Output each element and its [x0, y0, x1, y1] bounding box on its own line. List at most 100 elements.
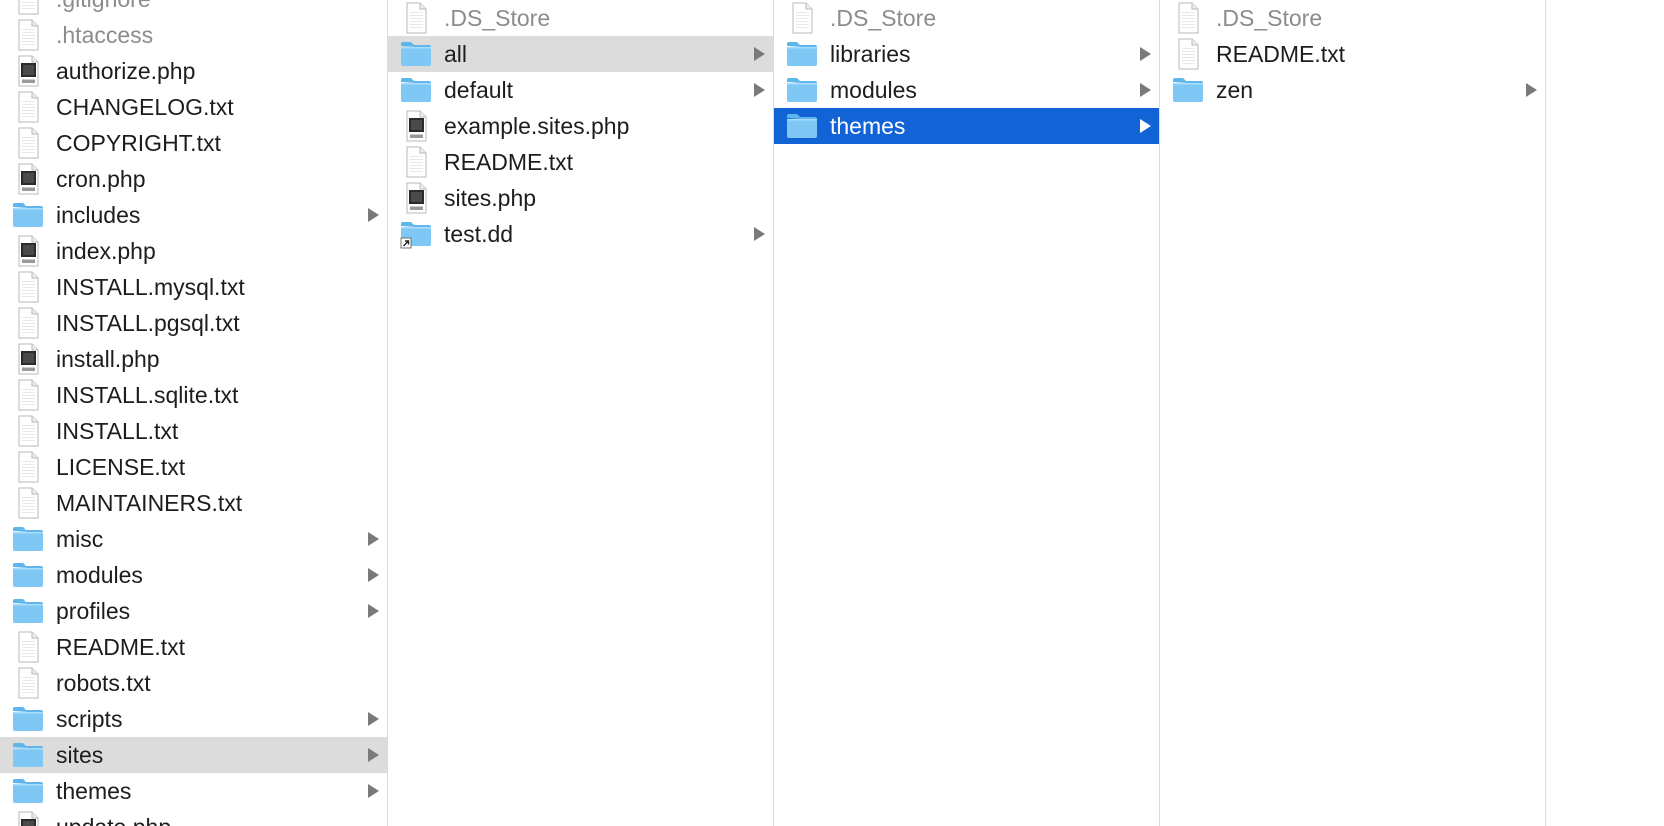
list-item-ds-store[interactable]: .DS_Store — [774, 0, 1159, 36]
folder-icon — [787, 78, 817, 102]
item-name: modules — [830, 77, 917, 103]
php-file-icon — [406, 110, 427, 142]
browser-column-2[interactable]: .DS_Storeall default example.sites.php READ… — [388, 0, 774, 826]
item-name: INSTALL.pgsql.txt — [56, 310, 240, 336]
list-item-test-dd[interactable]: test.dd — [388, 216, 773, 252]
folder-icon — [13, 527, 43, 551]
item-name: COPYRIGHT.txt — [56, 130, 221, 156]
list-item-readme-txt[interactable]: README.txt — [388, 144, 773, 180]
list-item-ds-store[interactable]: .DS_Store — [388, 0, 773, 36]
list-item-sites[interactable]: sites — [0, 737, 387, 773]
text-file-icon — [18, 379, 39, 411]
list-item-install-txt[interactable]: INSTALL.txt — [0, 413, 387, 449]
list-item-robots-txt[interactable]: robots.txt — [0, 665, 387, 701]
text-file-icon — [18, 631, 39, 663]
item-name: sites — [56, 742, 104, 768]
list-item-scripts[interactable]: scripts — [0, 701, 387, 737]
item-name: profiles — [56, 598, 131, 624]
list-item-themes[interactable]: themes — [0, 773, 387, 809]
list-item-zen[interactable]: zen — [1160, 72, 1545, 108]
text-file-icon — [18, 451, 39, 483]
disclosure-arrow-icon — [754, 47, 765, 61]
list-item-index-php[interactable]: index.php — [0, 233, 387, 269]
item-name: .htaccess — [56, 22, 154, 48]
item-name: modules — [56, 562, 143, 588]
disclosure-arrow-icon — [1140, 119, 1151, 133]
item-name: example.sites.php — [444, 113, 630, 139]
list-item-default[interactable]: default — [388, 72, 773, 108]
folder-icon — [13, 707, 43, 731]
text-file-icon — [792, 2, 813, 34]
column-file-list: .DS_Storeall default example.sites.php READ… — [388, 0, 773, 252]
item-name: update.php — [56, 809, 171, 826]
php-file-icon — [18, 343, 39, 375]
item-name: default — [444, 77, 514, 103]
disclosure-arrow-icon — [368, 208, 379, 222]
folder-icon — [13, 743, 43, 767]
folder-icon — [787, 114, 817, 138]
item-name: INSTALL.sqlite.txt — [56, 382, 239, 408]
list-item-libraries[interactable]: libraries — [774, 36, 1159, 72]
disclosure-arrow-icon — [368, 568, 379, 582]
text-file-icon — [1178, 38, 1199, 70]
php-file-icon — [18, 55, 39, 87]
folder-icon — [787, 42, 817, 66]
list-item-update-php[interactable]: update.php — [0, 809, 387, 826]
text-file-icon — [18, 127, 39, 159]
list-item-install-pgsql-txt[interactable]: INSTALL.pgsql.txt — [0, 305, 387, 341]
text-file-icon — [18, 271, 39, 303]
list-item-htaccess[interactable]: .htaccess — [0, 17, 387, 53]
disclosure-arrow-icon — [1140, 83, 1151, 97]
list-item-copyright-txt[interactable]: COPYRIGHT.txt — [0, 125, 387, 161]
list-item-gitignore[interactable]: .gitignore — [0, 0, 387, 17]
list-item-sites-php[interactable]: sites.php — [388, 180, 773, 216]
list-item-profiles[interactable]: profiles — [0, 593, 387, 629]
disclosure-arrow-icon — [368, 748, 379, 762]
item-name: scripts — [56, 706, 123, 732]
item-name: index.php — [56, 238, 156, 264]
text-file-icon — [1178, 2, 1199, 34]
list-item-install-sqlite-txt[interactable]: INSTALL.sqlite.txt — [0, 377, 387, 413]
php-file-icon — [18, 235, 39, 267]
item-name: README.txt — [56, 634, 186, 660]
list-item-modules[interactable]: modules — [0, 557, 387, 593]
list-item-maintainers-txt[interactable]: MAINTAINERS.txt — [0, 485, 387, 521]
list-item-readme-txt[interactable]: README.txt — [0, 629, 387, 665]
php-file-icon — [406, 182, 427, 214]
browser-column-1[interactable]: .gitignore .htaccess authorize.php CHANGELO… — [0, 0, 388, 826]
disclosure-arrow-icon — [754, 227, 765, 241]
folder-icon — [13, 599, 43, 623]
disclosure-arrow-icon — [368, 604, 379, 618]
text-file-icon — [18, 415, 39, 447]
list-item-themes[interactable]: themes — [774, 108, 1159, 144]
text-file-icon — [18, 91, 39, 123]
list-item-modules[interactable]: modules — [774, 72, 1159, 108]
list-item-install-mysql-txt[interactable]: INSTALL.mysql.txt — [0, 269, 387, 305]
column-file-list: .gitignore .htaccess authorize.php CHANGELO… — [0, 0, 387, 826]
text-file-icon — [18, 487, 39, 519]
text-file-icon — [18, 307, 39, 339]
list-item-cron-php[interactable]: cron.php — [0, 161, 387, 197]
list-item-misc[interactable]: misc — [0, 521, 387, 557]
item-name: README.txt — [1216, 41, 1346, 67]
list-item-authorize-php[interactable]: authorize.php — [0, 53, 387, 89]
list-item-install-php[interactable]: install.php — [0, 341, 387, 377]
list-item-readme-txt[interactable]: README.txt — [1160, 36, 1545, 72]
browser-column-4[interactable]: .DS_Store README.txt zen — [1160, 0, 1546, 826]
list-item-all[interactable]: all — [388, 36, 773, 72]
list-item-changelog-txt[interactable]: CHANGELOG.txt — [0, 89, 387, 125]
list-item-license-txt[interactable]: LICENSE.txt — [0, 449, 387, 485]
folder-icon — [1173, 78, 1203, 102]
list-item-includes[interactable]: includes — [0, 197, 387, 233]
list-item-ds-store[interactable]: .DS_Store — [1160, 0, 1545, 36]
item-name: .DS_Store — [444, 5, 551, 31]
disclosure-arrow-icon — [368, 532, 379, 546]
folder-icon — [13, 779, 43, 803]
php-file-icon — [18, 163, 39, 195]
item-name: .DS_Store — [830, 5, 937, 31]
item-name: zen — [1216, 77, 1254, 103]
item-name: README.txt — [444, 149, 574, 175]
item-name: .gitignore — [56, 0, 151, 17]
browser-column-3[interactable]: .DS_Store libraries modules themes — [774, 0, 1160, 826]
list-item-example-sites-php[interactable]: example.sites.php — [388, 108, 773, 144]
